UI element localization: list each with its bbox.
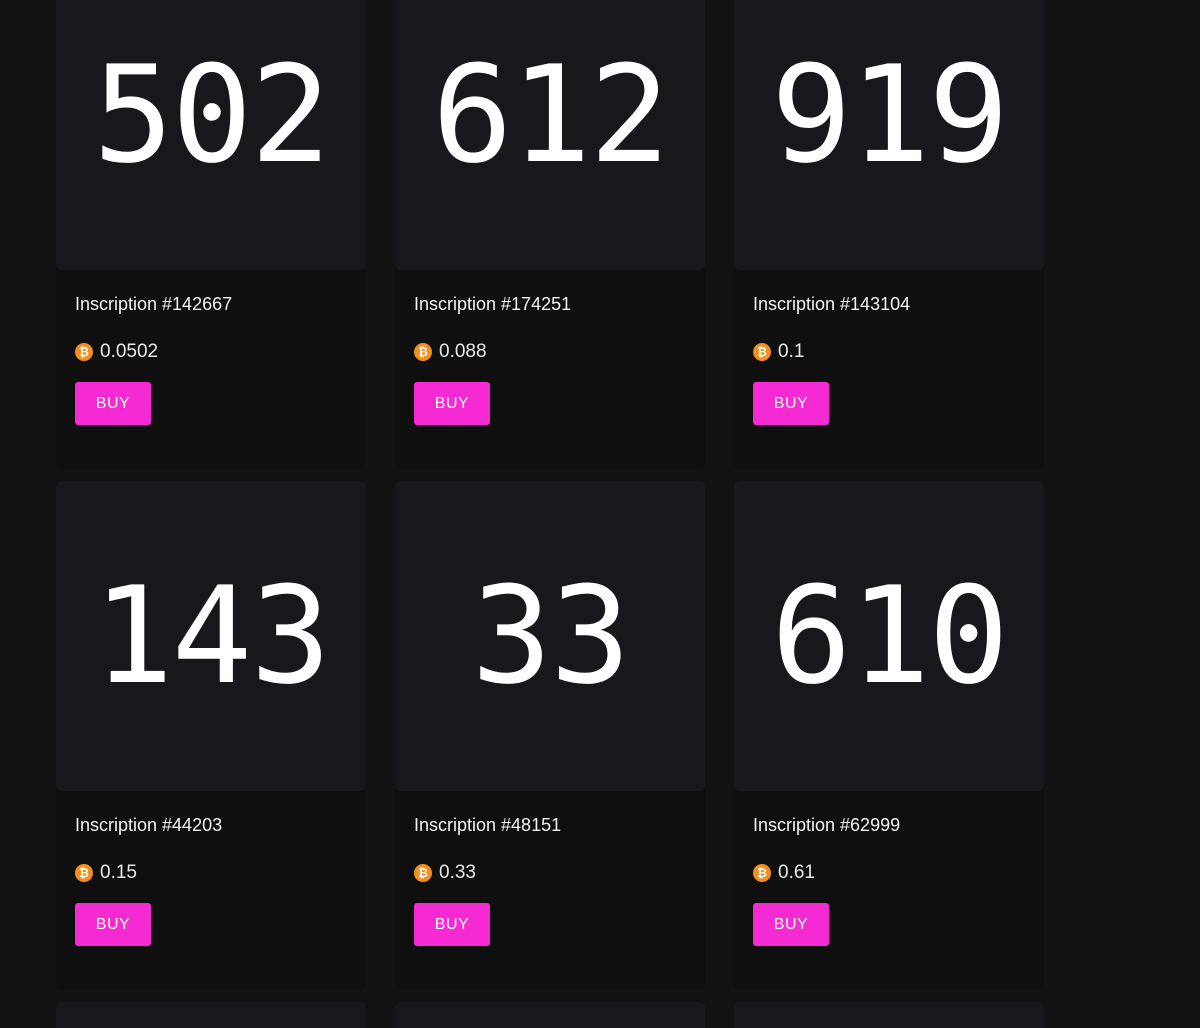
bitcoin-icon: ₿ xyxy=(414,343,432,361)
inscription-artwork[interactable]: 612 xyxy=(395,0,705,270)
price-row: ₿ 0.33 xyxy=(414,862,686,884)
inscription-title: Inscription #174251 xyxy=(414,294,572,314)
inscription-artwork[interactable]: 502 xyxy=(56,0,366,270)
price-row: ₿ 0.088 xyxy=(414,341,686,363)
inscription-title: Inscription #142667 xyxy=(75,294,233,314)
artwork-number: 33 xyxy=(471,558,630,714)
buy-button[interactable]: BUY xyxy=(75,382,151,425)
price-value: 0.088 xyxy=(439,341,487,362)
price-row: ₿ 0.1 xyxy=(753,341,1025,363)
inscription-card-partial[interactable] xyxy=(734,1002,1044,1028)
buy-button[interactable]: BUY xyxy=(753,903,829,946)
price-value: 0.1 xyxy=(778,341,805,362)
buy-button[interactable]: BUY xyxy=(414,382,490,425)
inscription-artwork[interactable]: 143 xyxy=(56,481,366,791)
bitcoin-icon: ₿ xyxy=(753,864,771,882)
marketplace-page: 502 Inscription #142667 ₿ 0.0502 BUY 612… xyxy=(0,0,1200,1028)
card-info: Inscription #174251 ₿ 0.088 BUY xyxy=(395,293,705,425)
bitcoin-icon: ₿ xyxy=(75,343,93,361)
price-row: ₿ 0.15 xyxy=(75,862,347,884)
inscription-title: Inscription #143104 xyxy=(753,294,911,314)
bitcoin-icon: ₿ xyxy=(753,343,771,361)
inscription-card-partial[interactable] xyxy=(56,1002,366,1028)
inscription-artwork[interactable]: 919 xyxy=(734,0,1044,270)
price-value: 0.61 xyxy=(778,862,815,883)
inscription-grid: 502 Inscription #142667 ₿ 0.0502 BUY 612… xyxy=(56,0,1044,1028)
card-info: Inscription #143104 ₿ 0.1 BUY xyxy=(734,293,1044,425)
buy-button[interactable]: BUY xyxy=(753,382,829,425)
inscription-card[interactable]: 610 Inscription #62999 ₿ 0.61 BUY xyxy=(734,481,1044,990)
price-value: 0.33 xyxy=(439,862,476,883)
inscription-title: Inscription #62999 xyxy=(753,815,901,835)
price-row: ₿ 0.61 xyxy=(753,862,1025,884)
artwork-number: 610 xyxy=(770,558,1009,714)
artwork-number: 612 xyxy=(431,37,670,193)
inscription-card[interactable]: 33 Inscription #48151 ₿ 0.33 BUY xyxy=(395,481,705,990)
bitcoin-icon: ₿ xyxy=(75,864,93,882)
card-info: Inscription #48151 ₿ 0.33 BUY xyxy=(395,814,705,946)
buy-button[interactable]: BUY xyxy=(414,903,490,946)
buy-button[interactable]: BUY xyxy=(75,903,151,946)
inscription-artwork[interactable]: 33 xyxy=(395,481,705,791)
artwork-number: 143 xyxy=(92,558,331,714)
card-info: Inscription #62999 ₿ 0.61 BUY xyxy=(734,814,1044,946)
card-info: Inscription #142667 ₿ 0.0502 BUY xyxy=(56,293,366,425)
price-value: 0.0502 xyxy=(100,341,159,362)
inscription-artwork[interactable]: 610 xyxy=(734,481,1044,791)
inscription-card[interactable]: 143 Inscription #44203 ₿ 0.15 BUY xyxy=(56,481,366,990)
inscription-title: Inscription #48151 xyxy=(414,815,562,835)
inscription-card[interactable]: 502 Inscription #142667 ₿ 0.0502 BUY xyxy=(56,0,366,469)
price-value: 0.15 xyxy=(100,862,137,883)
inscription-card[interactable]: 612 Inscription #174251 ₿ 0.088 BUY xyxy=(395,0,705,469)
inscription-title: Inscription #44203 xyxy=(75,815,223,835)
card-info: Inscription #44203 ₿ 0.15 BUY xyxy=(56,814,366,946)
inscription-card[interactable]: 919 Inscription #143104 ₿ 0.1 BUY xyxy=(734,0,1044,469)
artwork-number: 919 xyxy=(770,37,1009,193)
price-row: ₿ 0.0502 xyxy=(75,341,347,363)
artwork-number: 502 xyxy=(92,37,331,193)
inscription-card-partial[interactable] xyxy=(395,1002,705,1028)
bitcoin-icon: ₿ xyxy=(414,864,432,882)
